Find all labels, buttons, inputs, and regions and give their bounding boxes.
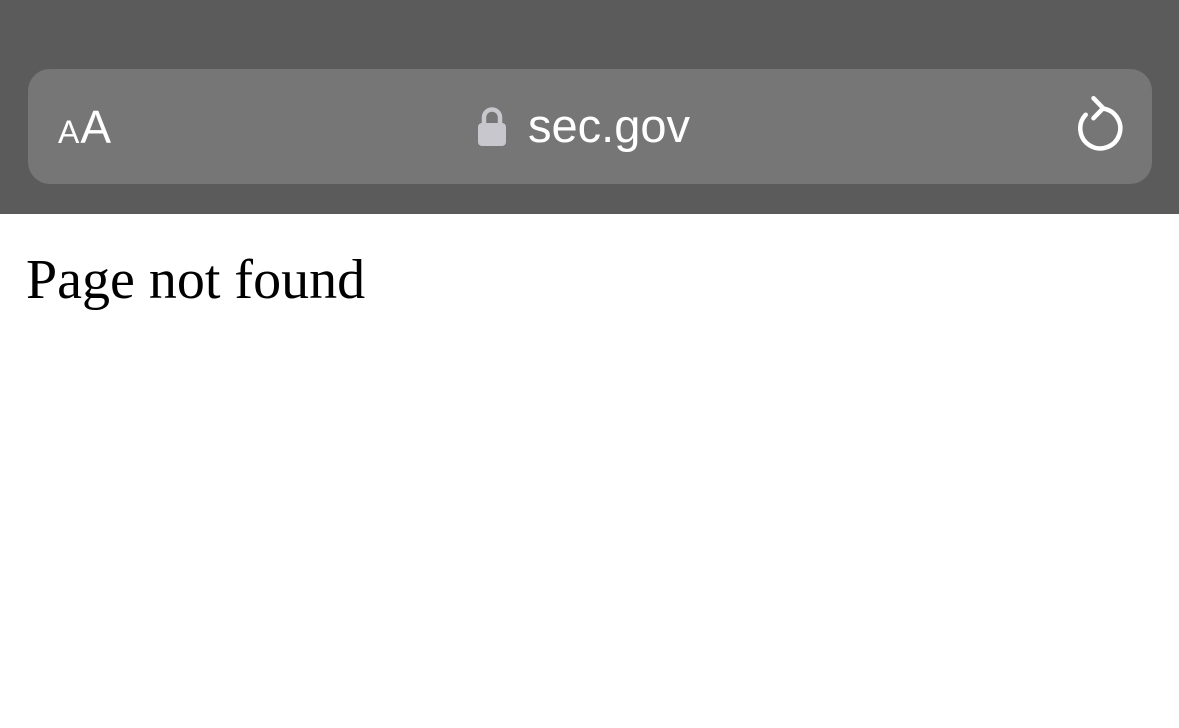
- text-size-large-letter: A: [80, 101, 112, 153]
- page-content: Page not found: [0, 214, 1179, 728]
- address-url-group[interactable]: sec.gov: [477, 96, 690, 156]
- lock-icon: [478, 107, 506, 146]
- reload-icon[interactable]: [1069, 95, 1127, 157]
- text-size-small-letter: A: [58, 114, 80, 150]
- address-url[interactable]: sec.gov: [528, 96, 690, 156]
- page-not-found-heading: Page not found: [26, 249, 366, 311]
- browser-toolbar: A A sec.gov: [0, 0, 1179, 214]
- text-size-button[interactable]: A A: [58, 104, 111, 152]
